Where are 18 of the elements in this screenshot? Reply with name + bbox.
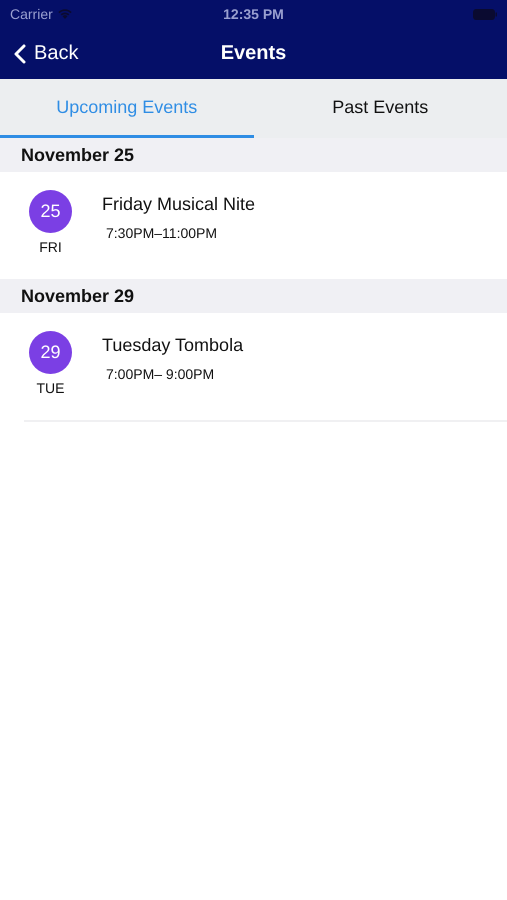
event-time: 7:30PM–11:00PM — [105, 225, 218, 241]
date-circle: 25 — [29, 190, 72, 233]
chevron-left-icon — [14, 44, 26, 64]
back-button[interactable]: Back — [0, 42, 78, 65]
section-header: November 25 — [0, 138, 507, 172]
carrier-label: Carrier — [10, 6, 53, 22]
event-time: 7:00PM– 9:00PM — [105, 366, 216, 382]
wifi-icon — [56, 8, 73, 20]
tab[interactable]: Past Events — [254, 79, 507, 138]
event-title[interactable]: Tuesday Tombola — [102, 335, 244, 356]
weekday-label: FRI — [39, 239, 62, 255]
weekday-label: TUE — [36, 380, 64, 396]
section-header: November 29 — [0, 279, 507, 313]
status-time: 12:35 PM — [223, 6, 284, 22]
battery-icon — [473, 8, 497, 20]
event-title[interactable]: Friday Musical Nite — [102, 194, 256, 215]
screen-title: Events — [220, 42, 286, 65]
date-circle: 29 — [29, 331, 72, 374]
